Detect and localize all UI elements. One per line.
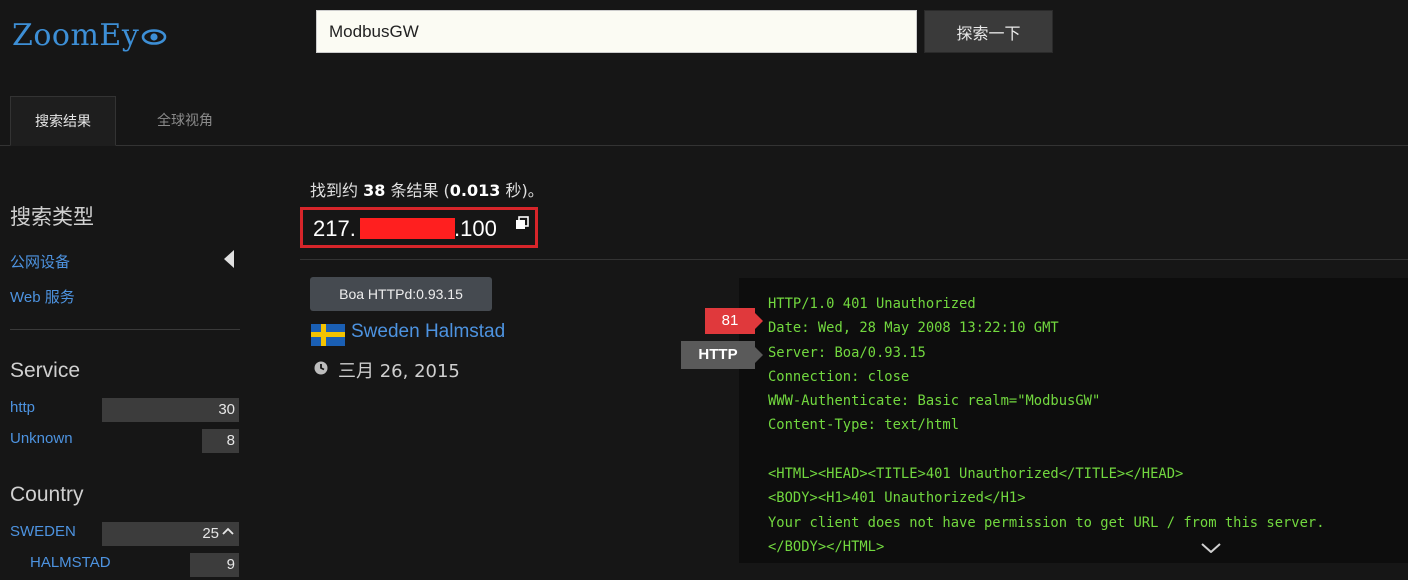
filter-service-http[interactable]: http <box>10 399 35 416</box>
search-button[interactable]: 探索一下 <box>924 10 1053 53</box>
banner-line: Server: Boa/0.93.15 <box>768 344 926 361</box>
banner-line <box>768 438 1408 462</box>
http-banner[interactable]: HTTP/1.0 401 Unauthorized Date: Wed, 28 … <box>739 278 1408 563</box>
filter-city-halmstad[interactable]: HALMSTAD <box>30 554 111 571</box>
filter-service-unknown[interactable]: Unknown <box>10 430 73 447</box>
location-link[interactable]: Sweden Halmstad <box>351 321 505 343</box>
count-halmstad: 9 <box>226 556 235 573</box>
summary-middle: 条结果 ( <box>385 181 450 200</box>
filter-sidebar: 搜索类型 公网设备 Web 服务 Service http 30 Unknown… <box>0 147 245 580</box>
count-sweden: 25 <box>202 525 219 542</box>
redaction-mark <box>360 218 455 239</box>
banner-line: Your client does not have permission to … <box>768 514 1325 531</box>
sweden-flag-icon <box>311 324 345 346</box>
search-type-heading: 搜索类型 <box>10 206 94 229</box>
summary-count: 38 <box>363 181 386 200</box>
chevron-down-icon[interactable] <box>1201 543 1221 553</box>
banner-line: Date: Wed, 28 May 2008 13:22:10 GMT <box>768 320 1059 337</box>
count-unknown: 8 <box>226 432 235 449</box>
filter-country-sweden[interactable]: SWEDEN <box>10 523 76 540</box>
banner-line: HTTP/1.0 401 Unauthorized <box>768 296 976 312</box>
country-heading: Country <box>10 483 84 506</box>
result-divider <box>300 259 1408 260</box>
clock-icon <box>314 361 328 375</box>
banner-line: </BODY></HTML> <box>768 538 885 555</box>
port-tag[interactable]: 81 <box>705 308 763 334</box>
flag-cross-vertical <box>321 324 326 346</box>
filter-web-services[interactable]: Web 服务 <box>10 286 75 307</box>
results-panel: 找到约 38 条结果 (0.013 秒)。 217. .100 Boa HTTP… <box>245 147 1408 580</box>
banner-line: Connection: close <box>768 368 910 385</box>
count-http: 30 <box>218 401 235 418</box>
service-heading: Service <box>10 359 81 382</box>
summary-time: 0.013 <box>449 181 501 200</box>
chevron-up-icon[interactable] <box>222 527 234 535</box>
banner-line: <HTML><HEAD><TITLE>401 Unauthorized</TIT… <box>768 466 1184 483</box>
eye-icon <box>141 29 167 45</box>
logo-text: ZoomEy <box>12 18 140 53</box>
filter-public-devices[interactable]: 公网设备 <box>10 251 70 272</box>
tab-global-view[interactable]: 全球视角 <box>130 96 240 146</box>
zoomeye-logo[interactable]: ZoomEy <box>12 18 167 53</box>
top-bar: ZoomEy 探索一下 <box>0 0 1408 92</box>
flag-cross-horizontal <box>311 332 345 337</box>
banner-line: <BODY><H1>401 Unauthorized</H1> <box>768 490 1026 507</box>
result-tabs: 搜索结果 全球视角 <box>0 96 1408 146</box>
search-input[interactable] <box>316 10 917 53</box>
ip-prefix[interactable]: 217. <box>313 216 356 242</box>
protocol-tag[interactable]: HTTP <box>681 341 763 369</box>
sidebar-divider <box>10 329 240 330</box>
server-badge[interactable]: Boa HTTPd:0.93.15 <box>310 277 492 311</box>
result-summary: 找到约 38 条结果 (0.013 秒)。 <box>310 177 544 201</box>
summary-suffix: 秒)。 <box>500 181 544 200</box>
summary-prefix: 找到约 <box>310 181 364 200</box>
collapse-arrow-icon[interactable] <box>224 250 234 268</box>
ip-suffix[interactable]: .100 <box>454 216 497 242</box>
ip-highlight-box: 217. .100 <box>300 207 538 248</box>
banner-line: Content-Type: text/html <box>768 417 960 434</box>
tab-search-results[interactable]: 搜索结果 <box>10 96 116 146</box>
copy-icon[interactable] <box>515 216 529 230</box>
banner-line: WWW-Authenticate: Basic realm="ModbusGW" <box>768 393 1101 410</box>
scan-date: 三月 26, 2015 <box>338 361 460 382</box>
